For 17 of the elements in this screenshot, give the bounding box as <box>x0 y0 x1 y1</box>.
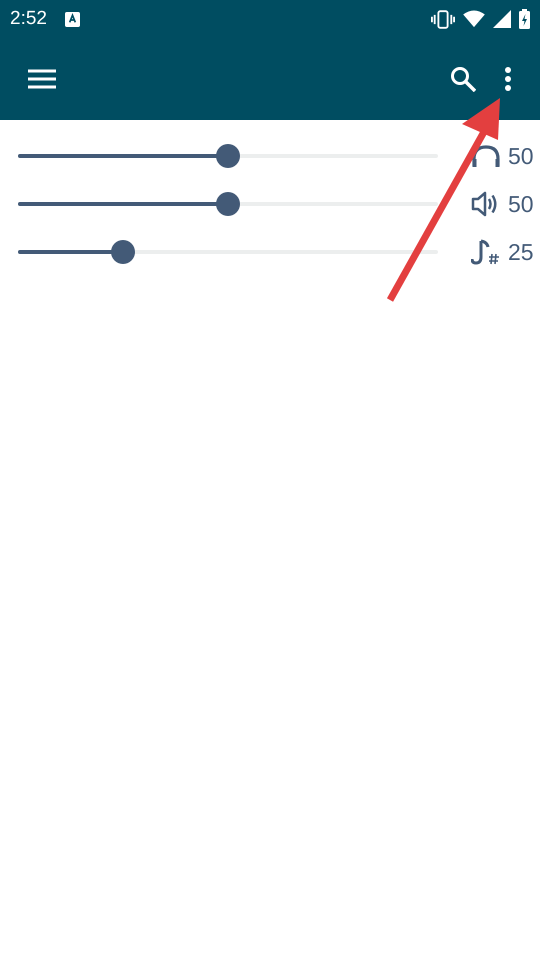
battery-charging-icon <box>519 9 530 29</box>
keyboard-notification-icon <box>64 12 80 26</box>
search-icon <box>450 66 476 92</box>
slider-value: 50 <box>508 190 534 218</box>
headphones-icon <box>471 145 501 167</box>
vibrate-icon <box>431 10 455 28</box>
signal-icon <box>493 10 511 28</box>
clock-time: 2:52 <box>10 8 47 30</box>
more-options-icon <box>504 66 512 92</box>
menu-icon <box>28 69 56 89</box>
wifi-icon <box>463 10 485 28</box>
slider-value: 25 <box>508 238 534 266</box>
music-note-sharp-icon <box>471 239 501 265</box>
slider-value: 50 <box>508 142 534 170</box>
slider-thumb[interactable] <box>216 144 240 168</box>
slider-thumb[interactable] <box>216 192 240 216</box>
slider-thumb[interactable] <box>111 240 135 264</box>
